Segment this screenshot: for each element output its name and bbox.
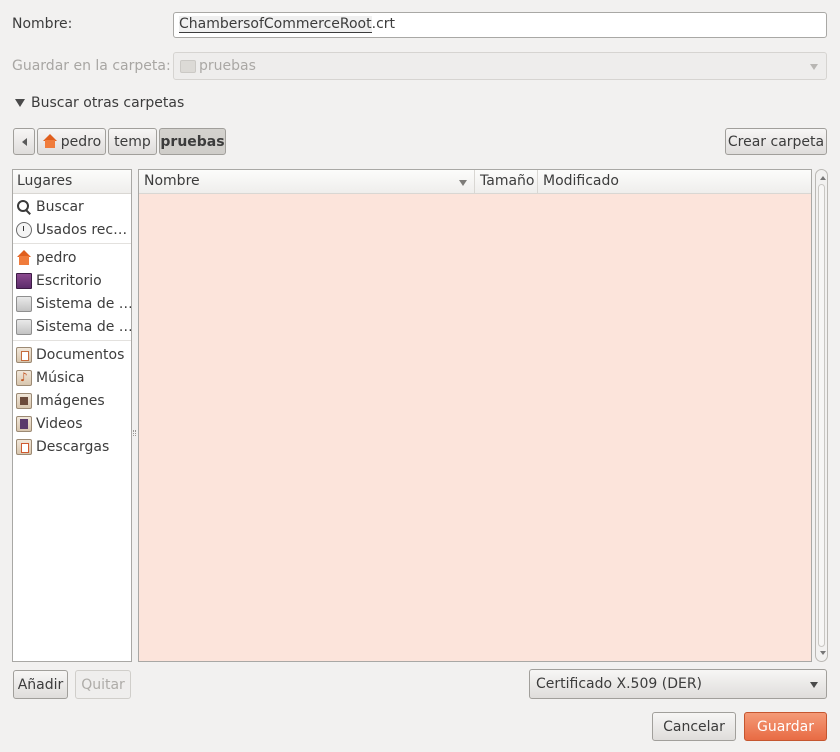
places-item-label: Sistema de …	[36, 318, 131, 335]
save-folder-label: Guardar en la carpeta:	[12, 58, 171, 74]
places-item-music[interactable]: Música	[13, 366, 131, 389]
chevron-down-icon	[810, 682, 818, 688]
folder-icon	[180, 59, 196, 73]
places-item-recent[interactable]: Usados rec…	[13, 218, 131, 241]
file-list-header: Nombre Tamaño Modificado	[139, 170, 811, 194]
places-item-filesystem[interactable]: Sistema de …	[13, 292, 131, 315]
places-separator	[13, 340, 131, 341]
file-list-scrollbar[interactable]	[815, 169, 828, 662]
save-button[interactable]: Guardar	[744, 712, 827, 741]
save-label: Guardar	[756, 718, 815, 735]
expander-triangle-icon	[15, 99, 25, 107]
scrollbar-thumb[interactable]	[818, 184, 825, 647]
videos-folder-icon	[16, 415, 32, 432]
browse-folders-label: Buscar otras carpetas	[31, 95, 185, 111]
create-folder-button[interactable]: Crear carpeta	[725, 128, 827, 155]
places-item-label: Descargas	[36, 438, 110, 455]
scroll-down-icon[interactable]	[820, 651, 826, 655]
places-item-label: Usados rec…	[36, 221, 128, 238]
cancel-label: Cancelar	[663, 718, 725, 735]
places-pane: Lugares Buscar Usados rec… pedro Escrito…	[12, 169, 132, 662]
places-item-label: Sistema de …	[36, 295, 131, 312]
pictures-folder-icon	[16, 392, 32, 409]
places-item-home[interactable]: pedro	[13, 246, 131, 269]
places-item-pictures[interactable]: Imágenes	[13, 389, 131, 412]
home-icon	[16, 249, 32, 266]
places-item-label: Documentos	[36, 346, 125, 363]
places-item-label: pedro	[36, 249, 77, 266]
downloads-folder-icon	[16, 438, 32, 455]
path-item-label: temp	[114, 133, 151, 150]
sort-descending-icon	[459, 180, 467, 186]
drive-icon	[16, 295, 32, 312]
arrow-left-icon	[21, 137, 27, 146]
column-header-modified[interactable]: Modificado	[538, 170, 811, 193]
filename-input[interactable]: ChambersofCommerceRoot.crt	[173, 12, 827, 38]
filename-selected-text: ChambersofCommerceRoot	[179, 16, 372, 33]
drive-icon	[16, 318, 32, 335]
places-item-label: Imágenes	[36, 392, 105, 409]
remove-bookmark-label: Quitar	[81, 676, 125, 693]
file-type-filter[interactable]: Certificado X.509 (DER)	[529, 669, 827, 699]
column-modified-label: Modificado	[543, 173, 619, 189]
filename-extension: .crt	[371, 16, 396, 32]
path-back-button[interactable]	[13, 128, 35, 155]
browse-folders-expander[interactable]: Buscar otras carpetas	[13, 95, 184, 111]
places-item-label: Escritorio	[36, 272, 102, 289]
places-item-label: Música	[36, 369, 85, 386]
scroll-up-icon[interactable]	[820, 176, 826, 180]
desktop-icon	[16, 272, 32, 289]
chevron-down-icon	[810, 64, 818, 70]
path-item-pruebas[interactable]: pruebas	[159, 128, 226, 155]
path-item-temp[interactable]: temp	[108, 128, 157, 155]
column-header-size[interactable]: Tamaño	[475, 170, 538, 193]
places-item-filesystem-2[interactable]: Sistema de …	[13, 315, 131, 338]
documents-folder-icon	[16, 346, 32, 363]
path-item-label: pedro	[60, 133, 102, 150]
path-item-label: pruebas	[160, 133, 225, 150]
places-item-label: Videos	[36, 415, 83, 432]
column-header-name[interactable]: Nombre	[139, 170, 475, 193]
places-header[interactable]: Lugares	[13, 170, 131, 194]
places-item-desktop[interactable]: Escritorio	[13, 269, 131, 292]
home-icon	[42, 134, 58, 149]
search-icon	[16, 199, 32, 215]
save-folder-combo: pruebas	[173, 52, 827, 80]
filename-label: Nombre:	[12, 16, 73, 32]
save-folder-value: pruebas	[199, 58, 256, 74]
places-item-label: Buscar	[36, 198, 84, 215]
path-item-pedro[interactable]: pedro	[37, 128, 106, 155]
places-item-search[interactable]: Buscar	[13, 195, 131, 218]
cancel-button[interactable]: Cancelar	[652, 712, 736, 741]
places-item-downloads[interactable]: Descargas	[13, 435, 131, 458]
add-bookmark-label: Añadir	[17, 676, 64, 693]
file-type-filter-value: Certificado X.509 (DER)	[536, 676, 703, 692]
create-folder-label: Crear carpeta	[727, 133, 825, 150]
column-size-label: Tamaño	[480, 173, 535, 189]
music-folder-icon	[16, 369, 32, 386]
remove-bookmark-button[interactable]: Quitar	[75, 670, 131, 699]
places-separator	[13, 243, 131, 244]
recent-icon	[16, 221, 32, 238]
places-item-videos[interactable]: Videos	[13, 412, 131, 435]
pane-resize-handle[interactable]	[133, 430, 136, 436]
add-bookmark-button[interactable]: Añadir	[13, 670, 68, 699]
file-list[interactable]: Nombre Tamaño Modificado	[138, 169, 812, 662]
column-name-label: Nombre	[144, 173, 200, 189]
places-item-documents[interactable]: Documentos	[13, 343, 131, 366]
